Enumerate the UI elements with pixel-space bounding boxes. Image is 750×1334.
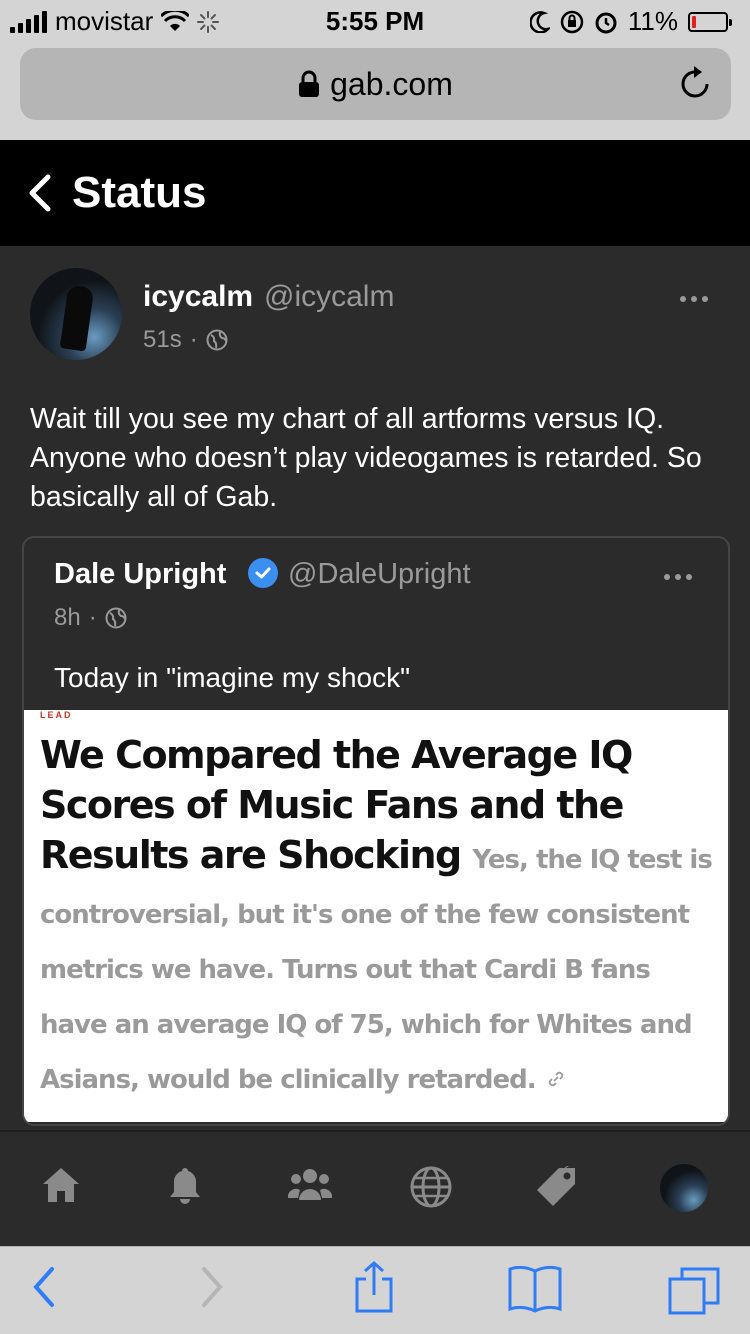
app-header: Status (0, 140, 750, 246)
avatar[interactable] (30, 268, 122, 360)
rotation-lock-icon (560, 10, 584, 33)
quoted-post[interactable]: Dale Upright @DaleUpright 8h · Today in … (22, 536, 730, 1126)
article-headline: We Compared the Average IQ Scores of Mus… (40, 730, 713, 1105)
forward-arrow-icon[interactable] (198, 1265, 226, 1309)
status-bar: movistar 5:55 PM 11% (0, 0, 750, 40)
app-bottom-nav (0, 1130, 750, 1246)
author-handle[interactable]: @icycalm (264, 280, 394, 314)
status-right: 11% (529, 6, 732, 37)
bell-icon[interactable] (169, 1166, 201, 1206)
url-text: gab.com (330, 65, 453, 102)
globe-icon[interactable] (410, 1166, 452, 1208)
quoted-author-name[interactable]: Dale Upright (54, 558, 226, 591)
verified-badge-icon (248, 558, 278, 588)
reload-icon[interactable] (679, 62, 713, 102)
browser-address-area: gab.com (0, 40, 750, 140)
battery-icon (688, 11, 732, 32)
globe-icon (105, 607, 127, 629)
safari-toolbar (0, 1246, 750, 1334)
share-icon[interactable] (353, 1261, 395, 1313)
battery-percent: 11% (627, 6, 678, 36)
quoted-options-icon[interactable] (664, 574, 692, 580)
quoted-meta-separator: · (88, 604, 97, 631)
alarm-icon (595, 12, 617, 33)
back-arrow-icon[interactable] (30, 1265, 58, 1309)
page-title: Status (72, 168, 207, 217)
quoted-age[interactable]: 8h (54, 604, 81, 632)
article-tag: LEAD (40, 710, 73, 720)
home-icon[interactable] (41, 1166, 81, 1204)
globe-icon (206, 329, 228, 351)
tabs-icon[interactable] (668, 1267, 720, 1315)
post-text: Wait till you see my chart of all artfor… (30, 403, 702, 513)
quoted-image[interactable]: LEAD We Compared the Average IQ Scores o… (24, 710, 728, 1122)
meta-separator: · (189, 326, 198, 353)
post-meta: 51s · (143, 326, 228, 354)
battery-fill (692, 15, 696, 28)
article-subtext: Yes, the IQ test is controversial, but i… (40, 845, 713, 1095)
users-icon[interactable] (288, 1166, 332, 1204)
back-chevron-icon[interactable] (26, 174, 52, 212)
url-field[interactable]: gab.com (20, 48, 731, 120)
status-post: icycalm @icycalm 51s · Wait till you see… (0, 246, 750, 1130)
quoted-author-handle[interactable]: @DaleUpright (288, 558, 471, 591)
author-name[interactable]: icycalm (143, 280, 253, 314)
post-age[interactable]: 51s (143, 326, 182, 354)
post-options-icon[interactable] (680, 296, 708, 302)
quoted-text: Today in "imagine my shock" (54, 662, 411, 693)
bookmarks-icon[interactable] (508, 1265, 562, 1313)
moon-icon (529, 10, 550, 33)
lock-icon (299, 70, 320, 97)
link-icon (549, 1071, 564, 1087)
quoted-meta: 8h · (54, 604, 127, 632)
tag-icon[interactable] (535, 1166, 577, 1208)
profile-avatar[interactable] (660, 1164, 708, 1212)
